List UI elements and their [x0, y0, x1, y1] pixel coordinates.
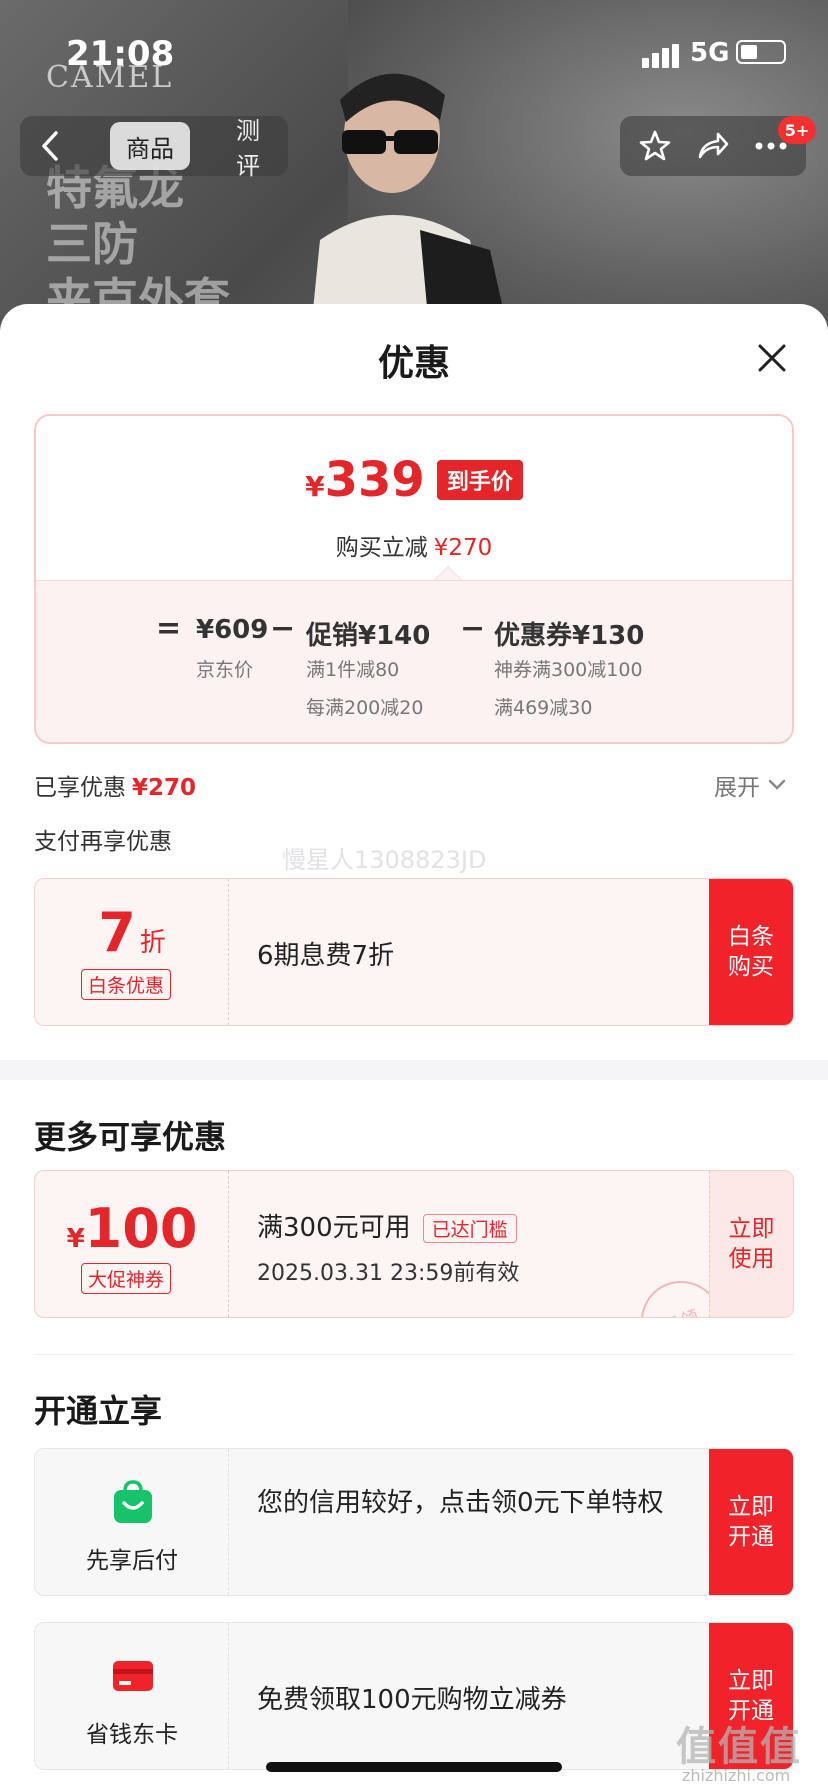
open-benefits-title: 开通立享	[34, 1392, 163, 1430]
coupon-rule: 神券满300减100	[494, 659, 643, 681]
chevron-left-icon	[42, 131, 58, 161]
network-type: 5G	[690, 38, 730, 68]
base-price: ¥609	[196, 615, 269, 645]
pay-more-title: 支付再享优惠	[34, 829, 172, 855]
base-price-label: 京东价	[196, 659, 254, 681]
service-desc: 免费领取100元购物立减券	[257, 1685, 567, 1715]
star-icon	[639, 130, 671, 161]
more-dots-icon	[755, 142, 787, 150]
baitiao-offer-card[interactable]: 7折 白条优惠 6期息费7折 白条购买	[34, 878, 794, 1026]
hero-promo-text: 特氟龙 三防 夹克外套	[46, 161, 230, 327]
final-price-tag: 到手价	[436, 460, 523, 500]
service-desc: 您的信用较好，点击领0元下单特权	[257, 1488, 664, 1518]
threshold-tag: 已达门槛	[422, 1214, 517, 1243]
share-icon	[698, 132, 729, 159]
back-button[interactable]	[20, 116, 80, 176]
promo-amount: 促销¥140	[306, 621, 431, 651]
favorite-button[interactable]	[635, 126, 675, 166]
divider	[34, 1354, 794, 1355]
shopping-bag-icon	[114, 1480, 152, 1523]
sheet-title: 优惠	[377, 343, 450, 384]
coupon-rule: 满469减30	[494, 697, 593, 719]
expand-button[interactable]: 展开	[714, 768, 786, 802]
promo-rule: 每满200减20	[306, 697, 424, 719]
top-nav-left: 商品 测评	[20, 116, 288, 180]
equal-sign: =	[156, 611, 182, 646]
discount-sheet: 优惠 ¥ 339 到手价 购买立减 ¥270 = ¥609 京东价 − 促销¥14…	[0, 304, 828, 1792]
price-breakdown: = ¥609 京东价 − 促销¥140 满1件减80 每满200减20 − 优惠…	[36, 580, 792, 742]
use-coupon-button[interactable]: 立即使用	[709, 1171, 793, 1317]
service-name: 省钱东卡	[86, 1722, 178, 1748]
coupon-amount: 优惠券¥130	[494, 621, 645, 651]
tab-review[interactable]: 测评	[220, 117, 288, 180]
minus-sign: −	[270, 611, 296, 646]
baitiao-discount: 7折	[98, 901, 166, 964]
baitiao-tag: 白条优惠	[81, 969, 172, 1000]
coupon-card[interactable]: ¥100 大促神券 满300元可用 已达门槛 2025.03.31 23:59前有…	[34, 1170, 794, 1318]
chevron-down-icon	[768, 779, 786, 790]
card-icon	[113, 1661, 153, 1691]
site-watermark-logo: 值值值	[676, 1724, 802, 1770]
final-price-value: 339	[324, 452, 425, 508]
baitiao-buy-button[interactable]: 白条购买	[709, 879, 793, 1025]
user-watermark: 慢星人1308823JD	[282, 846, 487, 874]
status-bar: 21:08 5G	[0, 0, 828, 100]
coupon-tag: 大促神券	[81, 1263, 172, 1294]
service-name: 先享后付	[86, 1548, 178, 1574]
more-offers-title: 更多可享优惠	[34, 1118, 227, 1156]
status-time: 21:08	[66, 34, 175, 74]
signal-icon	[642, 44, 679, 68]
service-card-pay-later[interactable]: 先享后付 您的信用较好，点击领0元下单特权 立即开通	[34, 1448, 794, 1596]
section-divider	[0, 1060, 828, 1080]
open-now-button[interactable]: 立即开通	[709, 1449, 793, 1595]
promo-rule: 满1件减80	[306, 659, 400, 681]
price-summary-card: ¥ 339 到手价 购买立减 ¥270 = ¥609 京东价 − 促销¥140 满…	[34, 414, 794, 744]
battery-icon	[736, 40, 786, 64]
coupon-value: ¥100	[66, 1197, 198, 1260]
share-button[interactable]	[693, 126, 733, 166]
close-icon[interactable]	[752, 338, 792, 378]
save-line: 购买立减 ¥270	[335, 535, 493, 561]
coupon-expiry: 2025.03.31 23:59前有效	[257, 1261, 520, 1286]
baitiao-desc: 6期息费7折	[257, 941, 395, 971]
enjoyed-discount: 已享优惠 ¥270	[34, 775, 197, 801]
tab-product[interactable]: 商品	[110, 122, 190, 170]
site-watermark-url: zhizhizhi.com	[682, 1766, 791, 1785]
final-price: ¥ 339 到手价	[36, 452, 792, 508]
home-indicator[interactable]	[266, 1762, 562, 1772]
coupon-condition: 满300元可用 已达门槛	[257, 1207, 517, 1244]
minus-sign: −	[460, 611, 486, 646]
notification-badge: 5+	[778, 116, 816, 144]
